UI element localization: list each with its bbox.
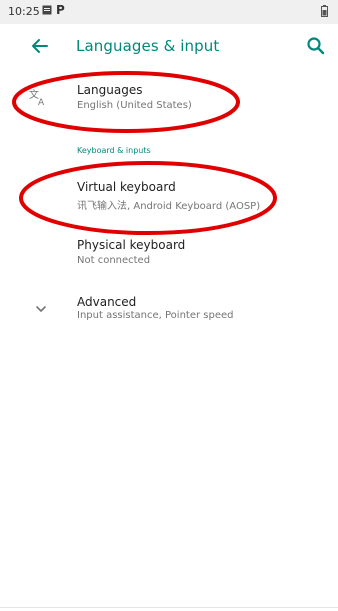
advanced-title: Advanced	[77, 295, 137, 309]
search-icon[interactable]	[304, 34, 328, 58]
physical-keyboard-item[interactable]: Physical keyboard Not connected	[0, 230, 338, 274]
chevron-down-icon	[36, 306, 46, 312]
virtual-keyboard-title: Virtual keyboard	[77, 180, 176, 194]
section-header-keyboard: Keyboard & inputs	[77, 146, 151, 155]
status-bar: 10:25 P	[0, 0, 338, 24]
svg-text:A: A	[38, 98, 45, 107]
translate-icon: 文 A	[29, 88, 45, 107]
page-title: Languages & input	[76, 37, 220, 55]
app-bar: Languages & input	[0, 24, 338, 68]
languages-title: Languages	[77, 83, 143, 97]
battery-icon	[321, 5, 328, 17]
physical-keyboard-summary: Not connected	[77, 255, 151, 266]
languages-item[interactable]: 文 A Languages English (United States)	[0, 78, 338, 122]
bottom-divider	[0, 607, 338, 608]
languages-summary: English (United States)	[77, 100, 192, 111]
image-icon	[42, 5, 52, 15]
p-icon: P	[56, 3, 65, 17]
virtual-keyboard-item[interactable]: Virtual keyboard 讯飞输入法, Android Keyboard…	[0, 172, 338, 216]
physical-keyboard-title: Physical keyboard	[77, 238, 186, 252]
advanced-item[interactable]: Advanced Input assistance, Pointer speed	[0, 288, 338, 332]
arrow-left-icon[interactable]	[28, 34, 52, 58]
virtual-keyboard-summary: 讯飞输入法, Android Keyboard (AOSP)	[77, 201, 261, 212]
advanced-summary: Input assistance, Pointer speed	[77, 310, 234, 321]
status-time: 10:25	[8, 5, 40, 18]
